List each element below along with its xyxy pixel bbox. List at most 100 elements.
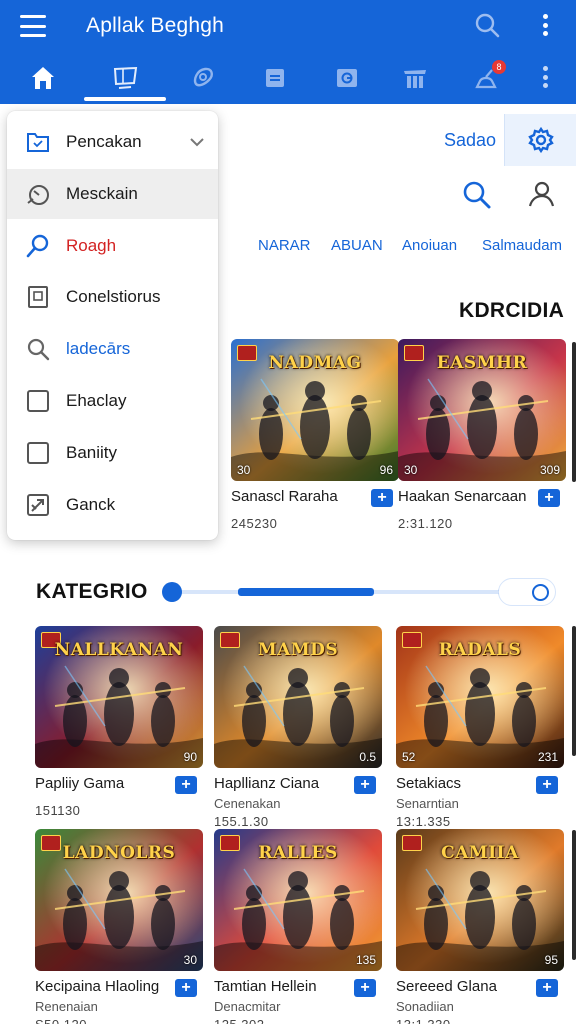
tab-ranking[interactable] — [387, 58, 443, 98]
game-thumbnail[interactable]: NADMAG 30 96 — [231, 339, 399, 481]
game-art-title: RADALS — [438, 640, 522, 660]
add-button[interactable]: + — [536, 979, 558, 997]
game-card[interactable]: EASMHR 30 309 Haakan Senarcaan + 2:31.12… — [398, 339, 566, 531]
game-thumbnail[interactable]: LADNOLRS 30 — [35, 829, 203, 971]
dropdown-item[interactable]: Ehaclay — [7, 376, 218, 426]
tab-monitor[interactable] — [97, 58, 153, 98]
game-thumbnail[interactable]: EASMHR 30 309 — [398, 339, 566, 481]
dropdown-item[interactable]: ladecārs — [7, 324, 218, 374]
add-button[interactable]: + — [354, 776, 376, 794]
game-art-title: LADNOLRS — [62, 843, 176, 863]
game-thumbnail[interactable]: RADALS 52 231 — [396, 626, 564, 768]
app-bar: Apllak Beghgh 8 — [0, 0, 576, 104]
slider-toggle[interactable] — [498, 578, 556, 606]
title-row: Apllak Beghgh — [0, 0, 576, 52]
game-thumbnail[interactable]: NALLKANAN 90 — [35, 626, 203, 768]
game-thumbnail[interactable]: MAMDS 0.5 — [214, 626, 382, 768]
game-art-title: RALLES — [258, 843, 338, 863]
scroll-peek — [572, 342, 576, 482]
game-thumbnail[interactable]: RALLES 135 — [214, 829, 382, 971]
game-meta: 2:31.120 — [398, 516, 453, 531]
game-art-title: MAMDS — [257, 640, 339, 660]
game-name[interactable]: Sanascl Raraha — [231, 488, 371, 505]
tab-controller[interactable] — [175, 58, 231, 98]
filter-tab-4[interactable]: Salmaudam — [482, 237, 562, 254]
game-name[interactable]: Haakan Senarcaan — [398, 488, 538, 505]
dropdown-item-label: Ganck — [66, 495, 116, 514]
game-name[interactable]: Tamtian Hellein — [214, 978, 354, 995]
header-link[interactable]: Sadao — [444, 130, 496, 151]
thumb-left-stat: 30 — [237, 463, 251, 477]
add-button[interactable]: + — [371, 489, 393, 507]
magnifier-icon — [25, 336, 51, 362]
dropdown-item-label: Baniity — [66, 443, 118, 462]
category-slider[interactable] — [162, 578, 562, 606]
tab-notifications[interactable]: 8 — [458, 58, 514, 98]
tools-icon — [25, 492, 51, 518]
game-subtitle: Cenenakan — [214, 796, 281, 811]
dropdown-item-label: Ehaclay — [66, 391, 127, 410]
cloud-icon — [162, 582, 182, 602]
folder-icon — [25, 129, 51, 155]
timer-icon — [25, 181, 51, 207]
scroll-peek — [572, 830, 576, 960]
add-button[interactable]: + — [354, 979, 376, 997]
hamburger-menu-icon[interactable] — [18, 12, 48, 40]
category-icon — [266, 69, 284, 87]
dropdown-item[interactable]: Baniity — [7, 428, 218, 478]
dropdown-item[interactable]: Conelstiorus — [7, 272, 218, 322]
dropdown-item[interactable]: Ganck — [7, 480, 218, 530]
thumb-right-stat: 135 — [355, 953, 376, 967]
filter-tab-3[interactable]: Anoiuan — [402, 237, 457, 254]
add-button[interactable]: + — [536, 776, 558, 794]
overflow-menu-icon[interactable] — [538, 12, 552, 38]
dropdown-item-label: Mesckain — [66, 184, 138, 203]
filter-tab-2[interactable]: ABUAN — [331, 237, 383, 254]
user-icon[interactable] — [526, 179, 556, 209]
store-icon — [337, 69, 357, 87]
game-art-title: EASMHR — [436, 353, 528, 373]
game-card[interactable]: NALLKANAN 90 Papliiy Gama + 151130 — [35, 626, 203, 818]
add-button[interactable]: + — [175, 776, 197, 794]
add-button[interactable]: + — [538, 489, 560, 507]
tab-home[interactable] — [15, 58, 71, 98]
active-tab-indicator — [84, 97, 166, 101]
thumb-left-stat: 52 — [402, 750, 416, 764]
thumb-left-stat: 30 — [404, 463, 418, 477]
monitor-icon — [113, 66, 138, 89]
game-card[interactable]: RALLES 135 Tamtian Hellein + Denacmitar … — [214, 829, 382, 1024]
game-name[interactable]: Sereeed Glana — [396, 978, 536, 995]
filter-tab-1[interactable]: NARAR — [258, 237, 311, 254]
scroll-peek — [572, 626, 576, 756]
game-name[interactable]: Papliiy Gama — [35, 775, 175, 792]
chevron-down-icon[interactable] — [189, 134, 205, 150]
game-card[interactable]: RADALS 52 231 Setakiacs + Senarntian 13:… — [396, 626, 564, 829]
dropdown-item[interactable]: Roagh — [7, 221, 218, 271]
search-icon[interactable] — [462, 180, 492, 210]
game-name[interactable]: Setakiacs — [396, 775, 536, 792]
game-art-title: NADMAG — [268, 353, 362, 373]
game-subtitle: Senarntian — [396, 796, 459, 811]
tab-overflow-icon[interactable] — [538, 64, 552, 90]
game-thumbnail[interactable]: CAMIIA 95 — [396, 829, 564, 971]
search-icon[interactable] — [474, 12, 500, 38]
thumb-right-stat: 231 — [537, 750, 558, 764]
game-card[interactable]: NADMAG 30 96 Sanascl Raraha + 245230 — [231, 339, 399, 531]
game-name[interactable]: Hapllianz Ciana — [214, 775, 354, 792]
game-name[interactable]: Kecipaina Hlaoling — [35, 978, 175, 995]
tab-category[interactable] — [247, 58, 303, 98]
dropdown-item[interactable]: Mesckain — [7, 169, 218, 219]
game-meta: 151130 — [35, 803, 81, 818]
add-button[interactable]: + — [175, 979, 197, 997]
settings-button[interactable] — [504, 114, 576, 166]
game-card[interactable]: LADNOLRS 30 Kecipaina Hlaoling + Renenai… — [35, 829, 203, 1024]
thumb-right-stat: 0.5 — [359, 750, 376, 764]
dropdown-item-label: ladecārs — [66, 339, 131, 358]
dropdown-item[interactable]: Pencakan — [7, 117, 218, 167]
slider-knob[interactable] — [532, 584, 549, 601]
game-meta: 155.1.30 — [214, 814, 269, 829]
tab-store[interactable] — [319, 58, 375, 98]
thumb-right-stat: 30 — [183, 953, 197, 967]
game-card[interactable]: MAMDS 0.5 Hapllianz Ciana + Cenenakan 15… — [214, 626, 382, 829]
game-card[interactable]: CAMIIA 95 Sereeed Glana + Sonadiian 13:1… — [396, 829, 564, 1024]
